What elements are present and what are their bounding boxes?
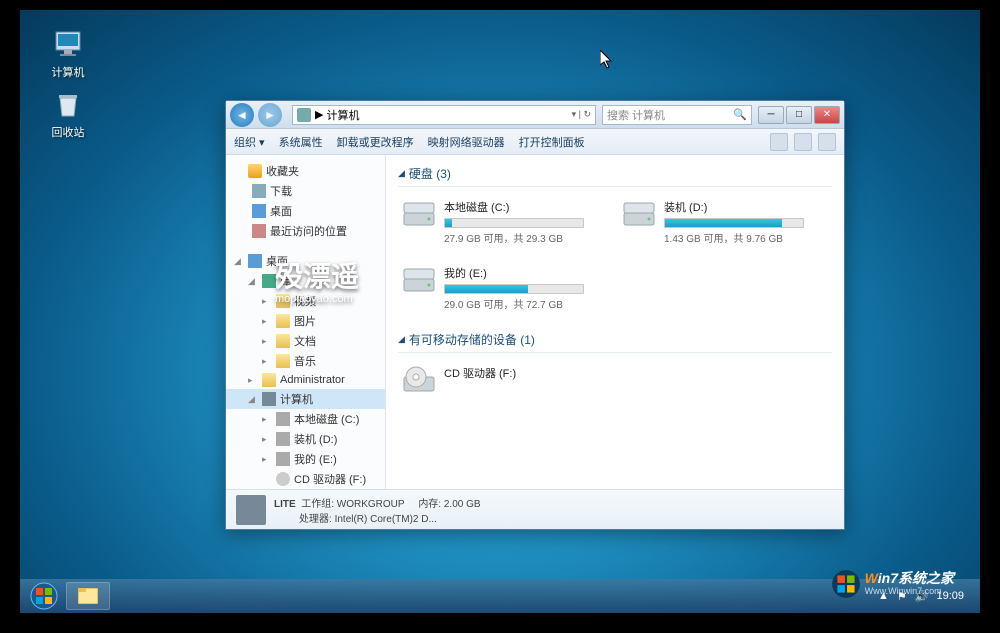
map-network-drive-button[interactable]: 映射网络驱动器 — [428, 134, 505, 150]
user-icon — [262, 373, 276, 387]
uninstall-programs-button[interactable]: 卸载或更改程序 — [337, 134, 414, 150]
breadcrumb-sep: ▶ — [315, 108, 323, 121]
forward-button[interactable]: ► — [258, 103, 282, 127]
view-button[interactable] — [770, 133, 788, 151]
drive-icon — [402, 265, 436, 295]
breadcrumb[interactable]: 计算机 — [327, 107, 360, 123]
drive-c[interactable]: 本地磁盘 (C:) 27.9 GB 可用，共 29.3 GB — [402, 199, 592, 245]
sidebar-item-desktop-root[interactable]: ◢桌面 — [226, 251, 385, 271]
sidebar-item-documents[interactable]: ▸文档 — [226, 331, 385, 351]
drive-icon — [276, 412, 290, 426]
folder-icon — [276, 314, 290, 328]
star-icon — [248, 164, 262, 178]
search-icon: 🔍 — [733, 108, 747, 121]
drive-name: 我的 (E:) — [444, 265, 592, 281]
recent-icon — [252, 224, 266, 238]
mouse-cursor — [600, 50, 616, 70]
navigation-pane[interactable]: 收藏夹 下载 桌面 最近访问的位置 ◢桌面 ◢库 ▸视频 ▸图片 ▸文档 ▸音乐… — [226, 155, 386, 489]
folder-icon — [276, 294, 290, 308]
system-properties-button[interactable]: 系统属性 — [279, 134, 323, 150]
back-button[interactable]: ◄ — [230, 103, 254, 127]
drive-icon — [276, 452, 290, 466]
drive-usage-bar — [444, 284, 584, 294]
sidebar-item-videos[interactable]: ▸视频 — [226, 291, 385, 311]
tray-clock[interactable]: 19:09 — [936, 590, 964, 602]
computer-icon — [297, 108, 311, 122]
sidebar-item-computer[interactable]: ◢计算机 — [226, 389, 385, 409]
group-header-removable[interactable]: ◢有可移动存储的设备 (1) — [398, 325, 832, 353]
details-name: LITE — [274, 499, 296, 510]
desktop-icon-label: 回收站 — [38, 124, 98, 140]
drive-usage-bar — [444, 218, 584, 228]
drive-name: CD 驱动器 (F:) — [444, 365, 592, 381]
drive-icon — [402, 199, 436, 229]
desktop-icon — [252, 204, 266, 218]
maximize-button[interactable]: □ — [786, 106, 812, 124]
desktop-icon — [248, 254, 262, 268]
sidebar-item-disk-e[interactable]: ▸我的 (E:) — [226, 449, 385, 469]
search-input[interactable]: 搜索 计算机 🔍 — [602, 105, 752, 125]
drive-usage-bar — [664, 218, 804, 228]
drive-stat: 27.9 GB 可用，共 29.3 GB — [444, 230, 592, 245]
drive-d[interactable]: 装机 (D:) 1.43 GB 可用，共 9.76 GB — [622, 199, 812, 245]
drive-name: 装机 (D:) — [664, 199, 812, 215]
drive-icon — [276, 432, 290, 446]
drive-stat: 1.43 GB 可用，共 9.76 GB — [664, 230, 812, 245]
content-pane[interactable]: ◢硬盘 (3) 本地磁盘 (C:) 27.9 GB 可用，共 29.3 GB — [386, 155, 844, 489]
open-control-panel-button[interactable]: 打开控制面板 — [519, 134, 585, 150]
cd-drive-icon — [402, 365, 436, 395]
desktop-icon-label: 计算机 — [38, 64, 98, 80]
sidebar-item-disk-f[interactable]: CD 驱动器 (F:) — [226, 469, 385, 489]
group-header-hdd[interactable]: ◢硬盘 (3) — [398, 159, 832, 187]
system-tray[interactable]: ▲ ⚑ 🔊 19:09 — [868, 590, 974, 603]
drive-icon — [622, 199, 656, 229]
drive-stat: 29.0 GB 可用，共 72.7 GB — [444, 296, 592, 311]
sidebar-item-administrator[interactable]: ▸Administrator — [226, 371, 385, 389]
computer-icon — [262, 392, 276, 406]
desktop-icon-recycle[interactable]: 回收站 — [38, 88, 98, 140]
sidebar-item-libraries[interactable]: ◢库 — [226, 271, 385, 291]
sidebar-item-disk-d[interactable]: ▸装机 (D:) — [226, 429, 385, 449]
desktop[interactable]: 计算机 回收站 ◄ ► ▶ 计算机 ▾ | ↻ 搜索 计算机 🔍 ─ □ ✕ — [20, 10, 980, 613]
start-button[interactable] — [26, 581, 62, 611]
taskbar-explorer[interactable] — [66, 582, 110, 610]
toolbar: 组织 ▾ 系统属性 卸载或更改程序 映射网络驱动器 打开控制面板 — [226, 129, 844, 155]
desktop-icon-computer[interactable]: 计算机 — [38, 28, 98, 80]
sidebar-item-disk-c[interactable]: ▸本地磁盘 (C:) — [226, 409, 385, 429]
computer-large-icon — [236, 495, 266, 525]
tray-triangle-icon[interactable]: ▲ — [878, 590, 889, 602]
sidebar-item-downloads[interactable]: 下载 — [226, 181, 385, 201]
details-pane: LITE 工作组: WORKGROUP 内存: 2.00 GB 处理器: Int… — [226, 489, 844, 529]
tray-volume-icon[interactable]: 🔊 — [915, 590, 929, 603]
sidebar-item-favorites[interactable]: 收藏夹 — [226, 161, 385, 181]
tray-flag-icon[interactable]: ⚑ — [897, 590, 907, 603]
folder-icon — [276, 334, 290, 348]
preview-pane-button[interactable] — [794, 133, 812, 151]
help-button[interactable] — [818, 133, 836, 151]
close-button[interactable]: ✕ — [814, 106, 840, 124]
address-bar[interactable]: ▶ 计算机 ▾ | ↻ — [292, 105, 596, 125]
sidebar-item-music[interactable]: ▸音乐 — [226, 351, 385, 371]
organize-menu[interactable]: 组织 ▾ — [234, 134, 265, 150]
sidebar-item-pictures[interactable]: ▸图片 — [226, 311, 385, 331]
download-icon — [252, 184, 266, 198]
drive-f[interactable]: CD 驱动器 (F:) — [402, 365, 592, 395]
explorer-window: ◄ ► ▶ 计算机 ▾ | ↻ 搜索 计算机 🔍 ─ □ ✕ 组织 ▾ 系统属性… — [225, 100, 845, 530]
chevron-down-icon[interactable]: ▾ | ↻ — [572, 109, 591, 120]
library-icon — [262, 274, 276, 288]
minimize-button[interactable]: ─ — [758, 106, 784, 124]
taskbar[interactable]: ▲ ⚑ 🔊 19:09 — [20, 579, 980, 613]
drive-e[interactable]: 我的 (E:) 29.0 GB 可用，共 72.7 GB — [402, 265, 592, 311]
cd-icon — [276, 472, 290, 486]
search-placeholder: 搜索 计算机 — [607, 107, 665, 123]
titlebar[interactable]: ◄ ► ▶ 计算机 ▾ | ↻ 搜索 计算机 🔍 ─ □ ✕ — [226, 101, 844, 129]
sidebar-item-desktop[interactable]: 桌面 — [226, 201, 385, 221]
drive-name: 本地磁盘 (C:) — [444, 199, 592, 215]
folder-icon — [276, 354, 290, 368]
sidebar-item-recent[interactable]: 最近访问的位置 — [226, 221, 385, 241]
